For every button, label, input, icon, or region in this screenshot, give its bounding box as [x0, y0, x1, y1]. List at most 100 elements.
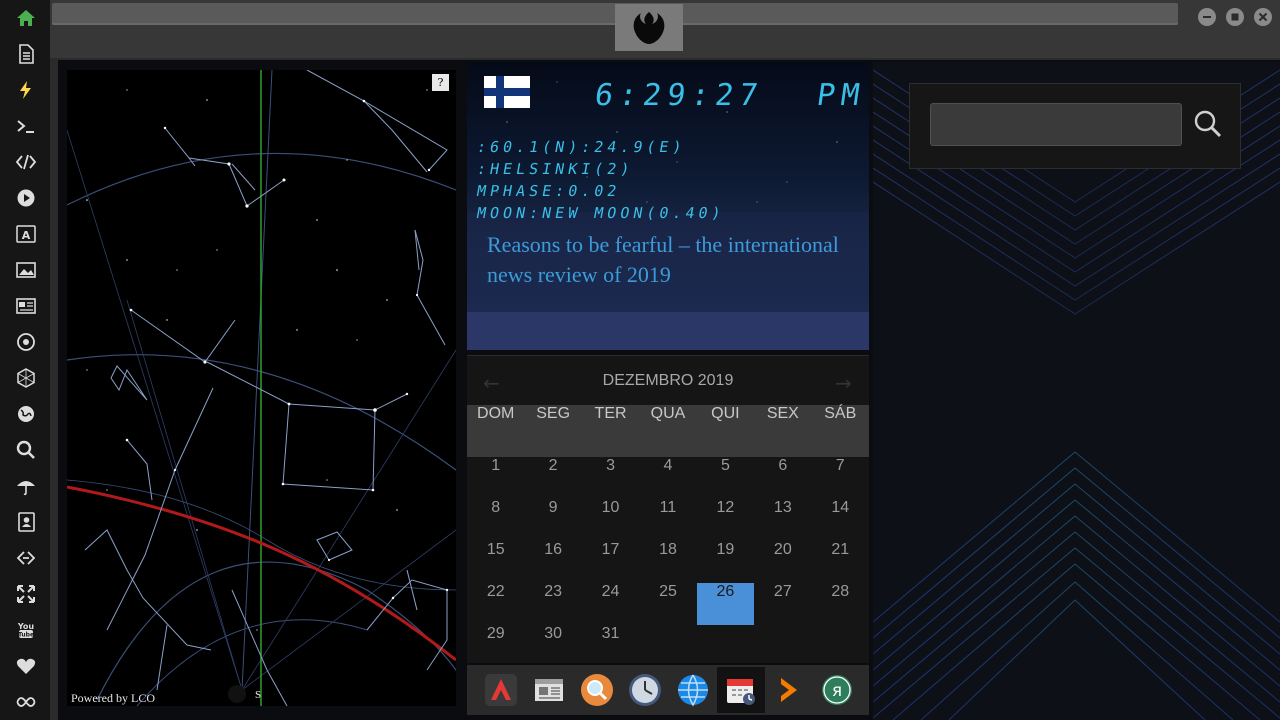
calendar-day [754, 625, 811, 667]
calendar-day[interactable]: 11 [639, 499, 696, 541]
calendar-day[interactable]: 17 [582, 541, 639, 583]
calendar-app-icon[interactable] [717, 667, 765, 713]
clock-app-icon[interactable] [621, 667, 669, 713]
help-button[interactable]: ? [432, 74, 449, 91]
calendar-day[interactable]: 21 [812, 541, 869, 583]
calendar-day[interactable]: 28 [812, 583, 869, 625]
terminal-icon[interactable] [13, 113, 39, 139]
sky-map[interactable]: ? Powered by LCO S [67, 70, 456, 706]
calendar-day[interactable]: 22 [467, 583, 524, 625]
calendar-day[interactable]: 29 [467, 625, 524, 667]
image-icon[interactable] [13, 257, 39, 283]
calendar-day[interactable]: 30 [524, 625, 581, 667]
heart-icon[interactable] [13, 653, 39, 679]
close-icon[interactable] [1254, 8, 1272, 26]
calendar-day[interactable]: 12 [697, 499, 754, 541]
news-strip [467, 312, 869, 350]
weekday-label: QUA [650, 405, 686, 422]
search-icon[interactable] [13, 437, 39, 463]
weekday-label: SÁB [824, 405, 857, 422]
link-icon[interactable] [13, 545, 39, 571]
calendar-day[interactable]: 19 [697, 541, 754, 583]
calendar-widget: ← DEZEMBRO 2019 → DOM SEG TER QUA QUI SE… [467, 355, 869, 663]
calendar-day[interactable]: 20 [754, 541, 811, 583]
rebel-icon[interactable] [13, 329, 39, 355]
moon-phase-value: MPHASE:0.02 [475, 182, 622, 200]
news-headline-link[interactable]: Reasons to be fearful – the internationa… [487, 230, 847, 290]
translate-icon[interactable]: A [13, 221, 39, 247]
calendar-day[interactable]: 10 [582, 499, 639, 541]
calendar-day[interactable]: 16 [524, 541, 581, 583]
calendar-week: 1 2 3 4 5 6 7 [467, 457, 869, 499]
minimize-icon[interactable] [1198, 8, 1216, 26]
code-icon[interactable] [13, 149, 39, 175]
calendar-day[interactable]: 4 [639, 457, 696, 499]
arch-app-icon[interactable] [477, 667, 525, 713]
clock-widget: 6:29:27 PM :60.1(N):24.9(E) :HELSINKI(2)… [467, 62, 869, 350]
calendar-day[interactable]: 1 [467, 457, 524, 499]
constellation-chart [67, 70, 456, 706]
maximize-icon[interactable] [1226, 8, 1244, 26]
contact-icon[interactable] [13, 509, 39, 535]
rebel-alliance-logo[interactable] [615, 4, 683, 51]
calendar-day[interactable]: 13 [754, 499, 811, 541]
calendar-day [812, 625, 869, 667]
calendar-day [697, 625, 754, 667]
infinity-icon[interactable] [13, 689, 39, 715]
document-icon[interactable] [13, 41, 39, 67]
calendar-day[interactable]: 27 [754, 583, 811, 625]
calendar-day[interactable]: 31 [582, 625, 639, 667]
home-icon[interactable] [13, 5, 39, 31]
calendar-day[interactable]: 14 [812, 499, 869, 541]
weekday-label: SEG [536, 405, 571, 422]
calendar-day[interactable]: 15 [467, 541, 524, 583]
play-icon[interactable] [13, 185, 39, 211]
calendar-day-today[interactable]: 26 [696, 583, 755, 625]
calendar-day[interactable]: 23 [524, 583, 581, 625]
finland-flag-icon [484, 76, 530, 108]
search-input[interactable] [930, 103, 1182, 146]
calendar-day[interactable]: 18 [639, 541, 696, 583]
search-icon[interactable] [1190, 106, 1226, 142]
calendar-day[interactable]: 8 [467, 499, 524, 541]
svg-text:A: A [22, 229, 31, 242]
calendar-grid: 1 2 3 4 5 6 7 8 9 10 11 12 13 14 15 16 1… [467, 457, 869, 667]
calendar-day[interactable]: 5 [697, 457, 754, 499]
svg-text:Tube: Tube [18, 632, 34, 639]
calendar-weekdays: DOM SEG TER QUA QUI SEX SÁB [467, 405, 869, 457]
location-name: :HELSINKI(2) [475, 160, 635, 178]
calendar-day[interactable]: 25 [639, 583, 696, 625]
search-app-icon[interactable] [573, 667, 621, 713]
yandex-app-icon[interactable]: я [813, 667, 861, 713]
globe-icon[interactable] [13, 401, 39, 427]
weekday-label: DOM [477, 405, 515, 422]
calendar-week: 15 16 17 18 19 20 21 [467, 541, 869, 583]
moon-status: MOON:NEW MOON(0.40) [475, 204, 727, 222]
calendar-day[interactable]: 6 [754, 457, 811, 499]
calendar-day[interactable]: 24 [582, 583, 639, 625]
umbrella-icon[interactable] [13, 473, 39, 499]
hexagon-icon[interactable] [13, 365, 39, 391]
search-widget [909, 83, 1241, 169]
sidebar: A You Tube [0, 0, 50, 720]
calendar-day[interactable]: 2 [524, 457, 581, 499]
svg-text:я: я [832, 681, 842, 701]
app-dock: я [467, 665, 869, 715]
powered-by-credit: Powered by LCO [71, 691, 155, 705]
calendar-header: ← DEZEMBRO 2019 → [467, 355, 869, 405]
expand-icon[interactable] [13, 581, 39, 607]
newspaper-icon[interactable] [13, 293, 39, 319]
calendar-day[interactable]: 9 [524, 499, 581, 541]
svg-text:You: You [17, 622, 35, 631]
lightning-icon[interactable] [13, 77, 39, 103]
clock-time: 6:29:27 [592, 78, 766, 113]
youtube-icon[interactable]: You Tube [13, 617, 39, 643]
globe-app-icon[interactable] [669, 667, 717, 713]
arrow-right-icon[interactable]: → [835, 371, 852, 395]
calendar-week: 8 9 10 11 12 13 14 [467, 499, 869, 541]
news-app-icon[interactable] [525, 667, 573, 713]
calendar-week: 22 23 24 25 26 27 28 [467, 583, 869, 625]
calendar-day[interactable]: 3 [582, 457, 639, 499]
calendar-day[interactable]: 7 [812, 457, 869, 499]
chevron-app-icon[interactable] [765, 667, 813, 713]
